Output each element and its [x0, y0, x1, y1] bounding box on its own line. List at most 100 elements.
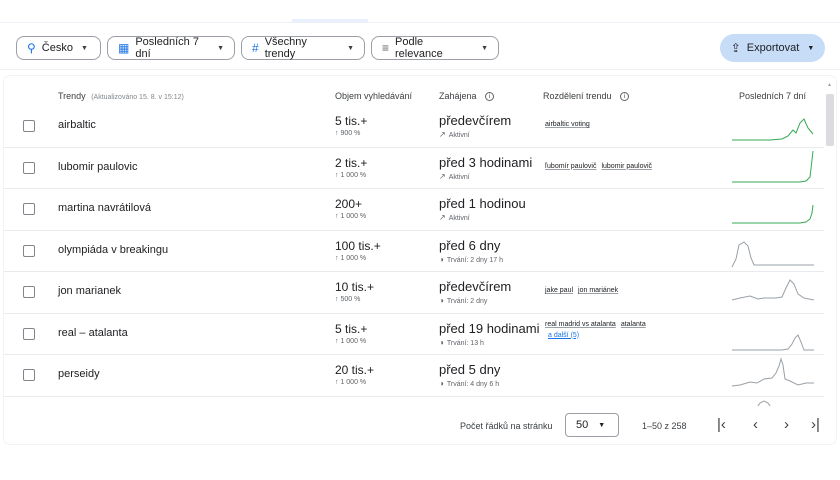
breakdown-link[interactable]: lubomir paulovič	[601, 163, 652, 170]
row-checkbox[interactable]	[23, 203, 35, 215]
first-page-icon[interactable]: |‹	[717, 416, 726, 433]
export-label: Exportovat	[746, 42, 800, 54]
sparkline	[731, 357, 814, 387]
table-row[interactable]: olympiáda v breakingu 100 tis.+ ↑ 1 000 % p…	[4, 231, 824, 272]
duration-icon: ◑	[439, 379, 444, 388]
trend-name[interactable]: lubomir paulovic	[58, 161, 137, 173]
trend-name[interactable]: airbaltic	[58, 119, 96, 131]
location-filter-label: Česko	[41, 42, 73, 54]
col-breakdown-header: Rozdělení trendu i	[543, 91, 630, 102]
volume-change: ↑ 1 000 %	[335, 213, 367, 220]
rows-per-page-select[interactable]: 50 ▼	[565, 413, 619, 437]
rows-per-page-value: 50	[576, 419, 589, 431]
sparkline-path	[757, 399, 771, 406]
table-row[interactable]: lubomir paulovic 2 tis.+ ↑ 1 000 % před 3 h…	[4, 148, 824, 189]
col-last7-header: Posledních 7 dní	[739, 91, 807, 101]
prev-page-icon[interactable]: ‹	[753, 416, 758, 433]
row-checkbox[interactable]	[23, 120, 35, 132]
table-row[interactable]: jon marianek 10 tis.+ ↑ 500 % předevčírem ◑ T…	[4, 272, 824, 314]
col-volume-header[interactable]: Objem vyhledávání	[335, 91, 412, 101]
trend-name[interactable]: real – atalanta	[58, 327, 128, 339]
trend-status-label: Trvání: 4 dny 6 h	[446, 381, 500, 388]
sparkline	[732, 204, 814, 224]
breakdown-link[interactable]: jake paul	[545, 287, 573, 294]
breakdown-link[interactable]: ľubomír paulovič	[545, 163, 596, 170]
sparkline-path	[732, 150, 814, 182]
volume-change: ↑ 1 000 %	[335, 379, 367, 386]
trend-started: před 5 dny	[439, 362, 501, 377]
col-trends-header: Trendy (Aktualizováno 15. 8. v 15:12)	[58, 91, 184, 101]
trend-status-label: Aktivní	[448, 132, 470, 139]
duration-icon: ◑	[439, 296, 444, 305]
info-icon[interactable]: i	[620, 92, 630, 102]
trend-status-label: Aktivní	[448, 173, 470, 181]
filter-bar: ⚲ Česko ▼ ▦ Posledních 7 dní ▼ # Všechny…	[0, 22, 840, 70]
breakdown-link[interactable]: real madrid vs atalanta	[545, 321, 616, 328]
trend-started: před 19 hodinami	[439, 320, 540, 336]
sort-filter-label: Podle relevance	[395, 36, 443, 60]
row-checkbox[interactable]	[23, 327, 35, 340]
export-icon: ⇪	[730, 41, 741, 55]
trend-started: předevčírem	[439, 279, 512, 294]
search-volume: 10 tis.+	[335, 280, 375, 294]
location-filter[interactable]: ⚲ Česko ▼	[16, 36, 101, 60]
volume-change: ↑ 1 000 %	[335, 337, 367, 345]
trends-table-panel: Trendy (Aktualizováno 15. 8. v 15:12) Ob…	[4, 76, 836, 444]
trends-filter[interactable]: # Všechny trendy ▼	[241, 36, 365, 60]
location-pin-icon: ⚲	[27, 41, 36, 55]
sort-filter[interactable]: ≡ Podle relevance ▼	[371, 36, 499, 60]
sparkline	[732, 150, 814, 182]
trend-name[interactable]: jon marianek	[58, 285, 121, 297]
scroll-up-icon[interactable]: ▲	[827, 82, 832, 88]
caret-down-icon: ▼	[347, 44, 354, 52]
sparkline-path	[731, 240, 814, 267]
table-body: airbaltic 5 tis.+ ↑ 900 % předevčírem ↗ Aktiv…	[4, 114, 824, 406]
breakdown-more-link[interactable]: a další (5)	[548, 332, 579, 339]
trend-name[interactable]: martina navrátilová	[58, 202, 151, 214]
last-page-icon[interactable]: ›|	[811, 416, 820, 433]
trend-status-label: Trvání: 13 h	[446, 339, 484, 347]
table-row[interactable]: martina navrátilová 200+ ↑ 1 000 % před 1 h…	[4, 189, 824, 231]
row-checkbox[interactable]	[23, 161, 35, 174]
table-row[interactable]: perseidy 20 tis.+ ↑ 1 000 % před 5 dny ◑ Trvá…	[4, 355, 824, 397]
export-button[interactable]: ⇪ Exportovat ▼	[720, 34, 825, 62]
breakdown-link[interactable]: airbaltic voting	[545, 121, 590, 128]
col-trends-label: Trendy	[58, 91, 86, 101]
search-volume: 20 tis.+	[335, 363, 375, 377]
row-checkbox[interactable]	[23, 369, 35, 381]
sparkline	[731, 279, 814, 301]
caret-down-icon: ▼	[80, 44, 88, 52]
trends-filter-label: Všechny trendy	[264, 36, 307, 60]
trending-up-icon: ↗	[439, 213, 446, 222]
trend-status: ↗ Aktivní	[439, 172, 470, 181]
trend-status: ◑ Trvání: 2 dny	[439, 296, 487, 305]
col-started-header[interactable]: Zahájena i	[439, 91, 495, 102]
trend-name[interactable]: perseidy	[58, 368, 100, 380]
info-icon[interactable]: i	[485, 92, 495, 102]
col-breakdown-label: Rozdělení trendu	[543, 91, 612, 101]
table-row[interactable]: airbaltic 5 tis.+ ↑ 900 % předevčírem ↗ Aktiv…	[4, 114, 824, 148]
row-checkbox[interactable]	[23, 244, 35, 257]
sparkline-path	[732, 118, 814, 141]
breakdown-link[interactable]: jon mariánek	[578, 287, 618, 294]
trend-status: ◑ Trvání: 2 dny 17 h	[439, 255, 503, 264]
sparkline-path	[732, 204, 814, 224]
trend-status: ◑ Trvání: 13 h	[439, 338, 484, 347]
breakdown-link[interactable]: atalanta	[621, 321, 646, 328]
volume-change: ↑ 500 %	[335, 296, 361, 303]
scrollbar[interactable]	[826, 94, 834, 146]
next-page-icon[interactable]: ›	[784, 416, 789, 433]
duration-icon: ◑	[439, 254, 444, 264]
caret-down-icon: ▼	[481, 44, 488, 52]
search-volume: 5 tis.+	[335, 321, 368, 336]
search-volume: 200+	[335, 197, 363, 211]
period-filter[interactable]: ▦ Posledních 7 dní ▼	[107, 36, 235, 60]
sparkline-path	[731, 357, 814, 387]
table-header: Trendy (Aktualizováno 15. 8. v 15:12) Ob…	[4, 76, 824, 114]
trend-name[interactable]: olympiáda v breakingu	[58, 244, 168, 256]
table-row[interactable]: real – atalanta 5 tis.+ ↑ 1 000 % před 19 h…	[4, 314, 824, 355]
trend-started: před 1 hodinou	[439, 196, 526, 211]
trend-status-label: Aktivní	[448, 215, 470, 222]
row-checkbox[interactable]	[23, 286, 35, 298]
period-filter-label: Posledních 7 dní	[135, 36, 199, 60]
